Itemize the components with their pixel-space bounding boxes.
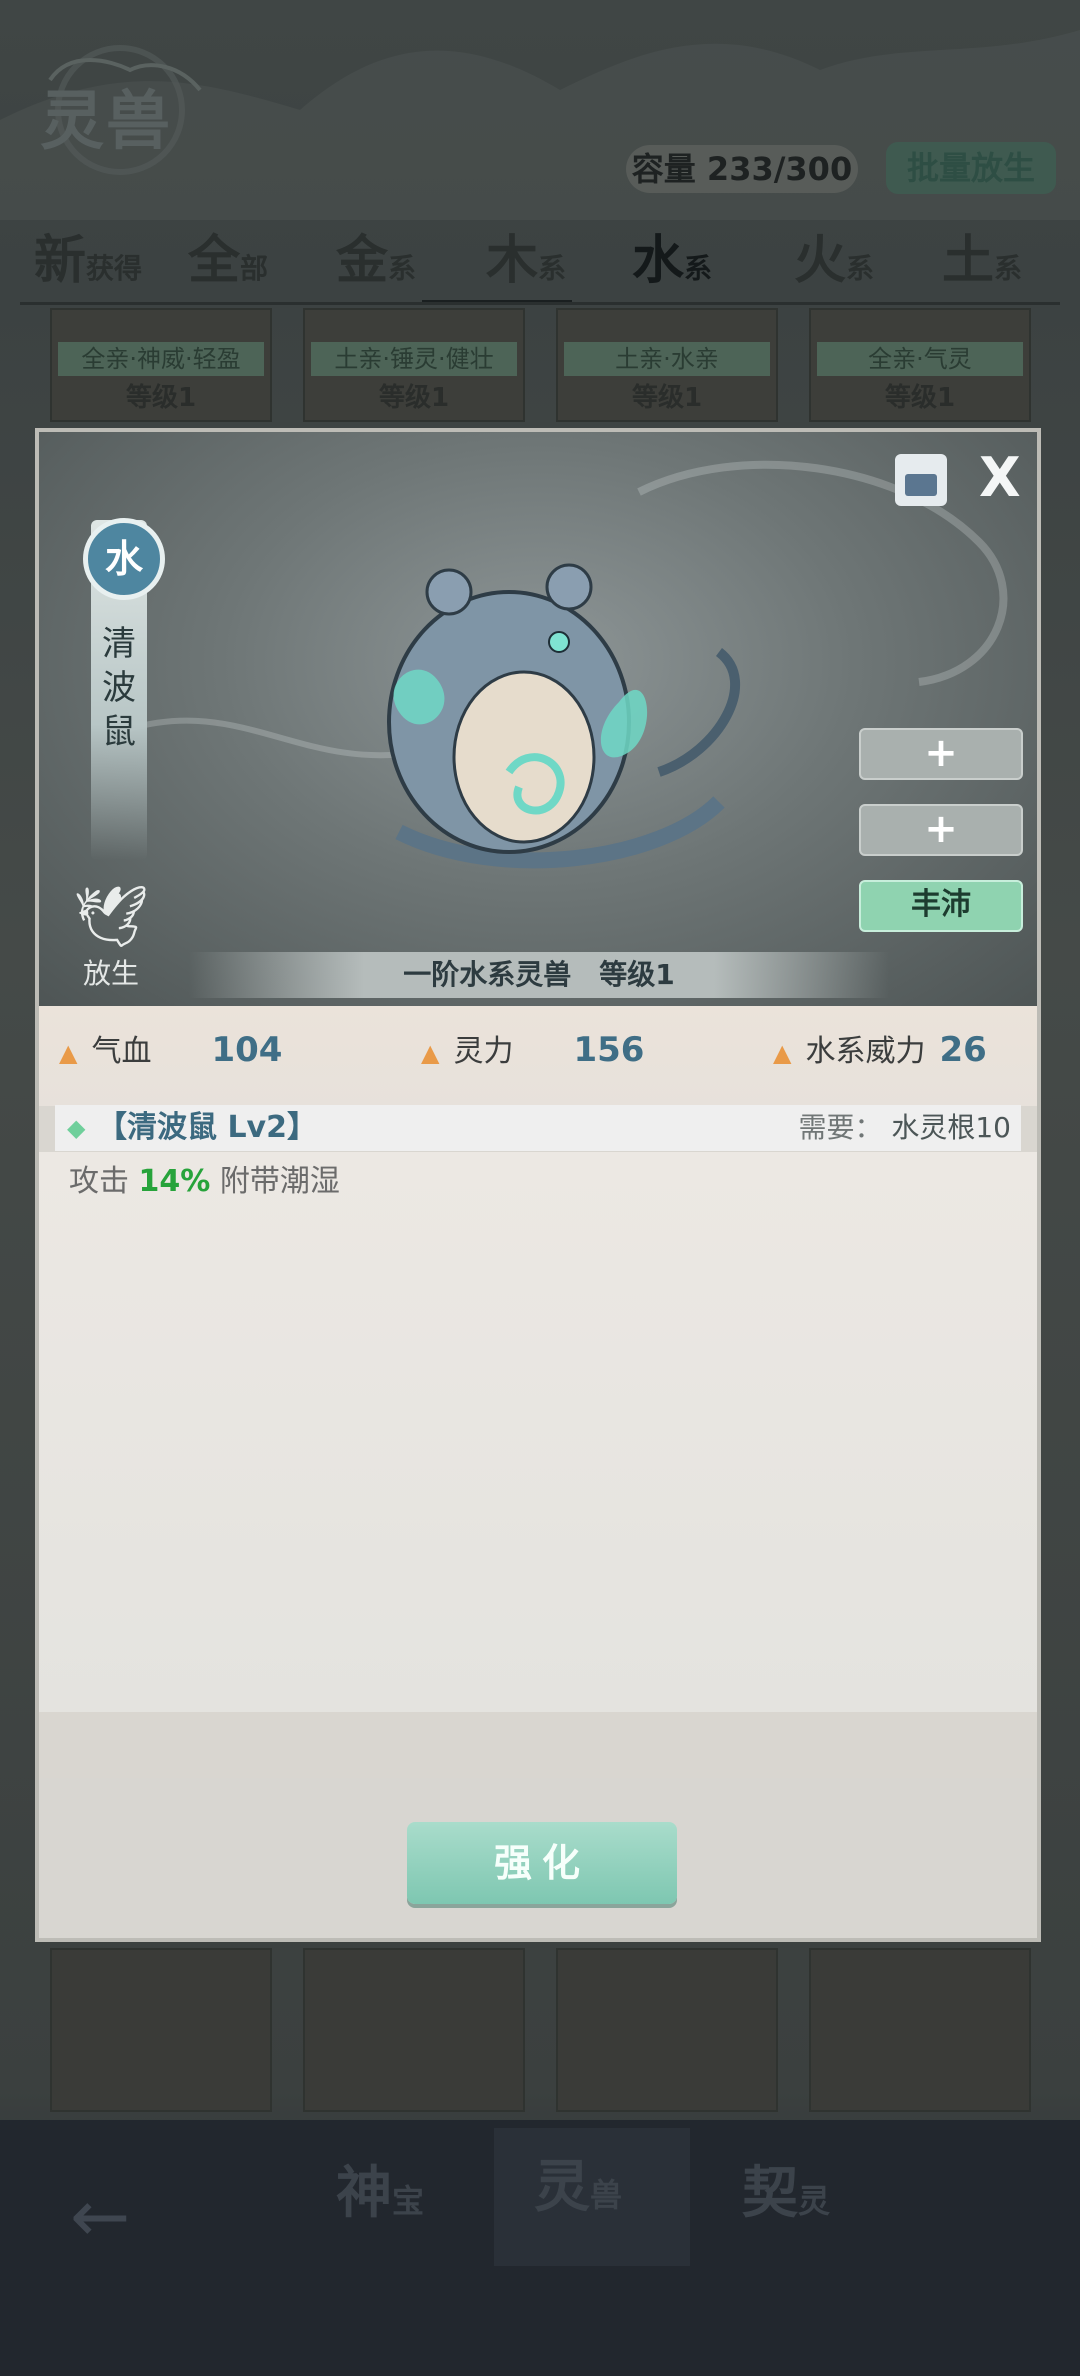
capacity-badge: 容量 233/300 [626, 145, 858, 193]
bag-icon[interactable] [895, 454, 947, 506]
tab-water[interactable]: 水系 [632, 218, 712, 298]
strengthen-button[interactable]: 强化 [407, 1822, 677, 1904]
tab-earth[interactable]: 土系 [942, 218, 1022, 298]
up-arrow-icon: ▲ [421, 1039, 440, 1067]
element-tabs: 新获得 全部 金系 木系 水系 火系 土系 [20, 218, 1060, 308]
beast-card[interactable]: 全亲·气灵 等级1 [809, 308, 1031, 422]
stat-spirit: ▲ 灵力 156 [421, 1030, 645, 1070]
logo-text: 灵兽 [40, 84, 172, 159]
skill-description: 攻击 14% 附带潮湿 [69, 1164, 340, 1199]
beast-card[interactable]: 全亲·神威·轻盈 等级1 [50, 308, 272, 422]
diamond-icon: ◆ [67, 1114, 86, 1142]
beast-trait: 全亲·气灵 [817, 342, 1023, 376]
beast-level: 等级1 [631, 383, 703, 413]
nav-tab-spirit-beast[interactable]: 灵兽 [494, 2128, 690, 2266]
stat-hp: ▲ 气血 104 [59, 1030, 283, 1070]
skill-requirement: 需要： 水灵根10 [798, 1111, 1011, 1144]
beast-card[interactable]: 土亲·水亲 等级1 [556, 308, 778, 422]
trait-abundant-button[interactable]: 丰沛 [859, 880, 1023, 932]
beast-level: 等级1 [884, 383, 956, 413]
up-arrow-icon: ▲ [773, 1039, 792, 1067]
bird-icon: 🕊 [72, 882, 150, 952]
beast-trait: 全亲·神威·轻盈 [58, 342, 264, 376]
nav-tab-contract-spirit[interactable]: 契灵 [742, 2148, 830, 2229]
beast-name-vertical: 清 波 鼠 [102, 624, 136, 752]
water-element-icon: 水 [83, 518, 165, 600]
close-icon[interactable]: X [979, 450, 1021, 506]
nav-tab-divine-treasure[interactable]: 神宝 [336, 2148, 424, 2229]
tab-divider [20, 302, 1060, 305]
skill-header: ◆ 【清波鼠 Lv2】 需要： 水灵根10 [55, 1105, 1021, 1151]
beast-trait: 土亲·水亲 [564, 342, 770, 376]
beast-rank-caption: 一阶水系灵兽 等级1 [189, 952, 889, 998]
batch-release-button[interactable]: 批量放生 [886, 142, 1056, 194]
tab-new[interactable]: 新获得 [34, 218, 142, 298]
beast-card[interactable] [50, 1948, 272, 2112]
stat-water-power: ▲ 水系威力 26 [773, 1030, 987, 1070]
beast-trait: 土亲·锤灵·健壮 [311, 342, 517, 376]
up-arrow-icon: ▲ [59, 1039, 78, 1067]
beast-card[interactable] [556, 1948, 778, 2112]
skill-content-area [39, 1152, 1037, 1712]
beast-portrait-area: X 水 清 波 鼠 🕊 放生 + + 丰沛 一阶水系灵兽 等级1 [39, 432, 1037, 1006]
rat-illustration [387, 563, 741, 869]
skill-name: 【清波鼠 Lv2】 [97, 1110, 317, 1145]
tab-all[interactable]: 全部 [188, 218, 268, 298]
back-arrow-icon[interactable]: ← [70, 2180, 130, 2252]
beast-detail-dialog: X 水 清 波 鼠 🕊 放生 + + 丰沛 一阶水系灵兽 等级1 ▲ 气血 104 … [35, 428, 1041, 1942]
release-label: 放生 [82, 957, 139, 990]
beast-card[interactable] [303, 1948, 525, 2112]
tab-fire[interactable]: 火系 [794, 218, 874, 298]
beast-card[interactable]: 土亲·锤灵·健壮 等级1 [303, 308, 525, 422]
beast-card[interactable] [809, 1948, 1031, 2112]
tab-metal[interactable]: 金系 [336, 218, 416, 298]
release-button[interactable]: 🕊 放生 [61, 882, 161, 992]
beast-level: 等级1 [378, 383, 450, 413]
beast-level: 等级1 [125, 383, 197, 413]
stats-row: ▲ 气血 104 ▲ 灵力 156 ▲ 水系威力 26 [39, 1006, 1037, 1106]
tab-wood[interactable]: 木系 [486, 218, 566, 298]
add-slot-button[interactable]: + [859, 728, 1023, 780]
add-slot-button[interactable]: + [859, 804, 1023, 856]
